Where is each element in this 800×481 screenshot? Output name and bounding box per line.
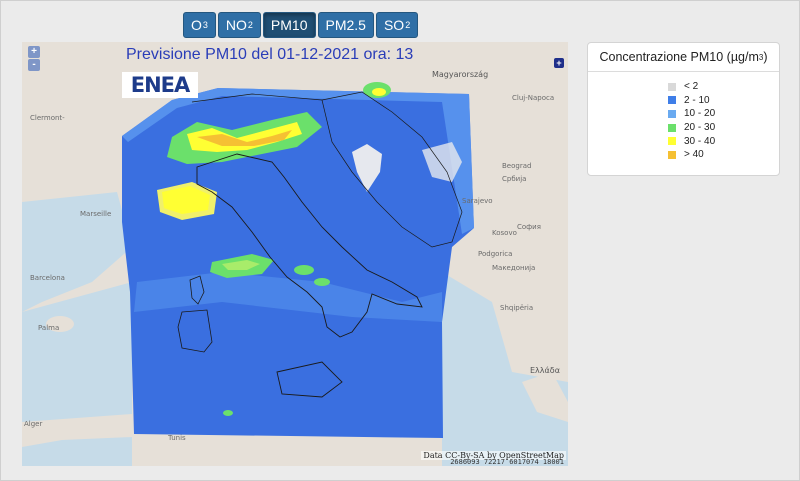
legend-swatch [668,96,676,105]
legend-title-text: Concentrazione PM10 (µg/m [599,50,759,64]
tab-o3[interactable]: O3 [183,12,216,38]
legend-item: 2 - 10 [668,94,779,108]
tab-label: PM10 [270,17,308,33]
place-label: Magyarország [432,70,489,79]
place-label: Sarajevo [462,197,493,205]
place-label: Kosovo [492,229,517,237]
map-title: Previsione PM10 del 01-12-2021 ora: 13 [126,46,414,63]
tab-label: O [191,17,202,33]
tab-pm25[interactable]: PM2.5 [317,12,374,38]
legend-swatch [668,137,676,146]
legend-swatch [668,82,676,91]
layer-switcher-button[interactable]: + [554,58,564,68]
tab-label: SO [383,17,405,33]
legend-label: 20 - 30 [684,122,716,134]
zoom-out-button[interactable]: - [28,59,40,71]
tab-label: NO [225,17,247,33]
place-label: Barcelona [30,274,65,282]
place-label: Podgorica [478,250,513,258]
legend-label: 2 - 10 [684,94,710,106]
legend-label: 10 - 20 [684,108,716,120]
legend-item: 30 - 40 [668,134,779,148]
tab-subscript: 3 [202,20,208,30]
legend-swatch [668,123,676,132]
mouse-coordinates: 2686093 72217 6017074 18001 [450,458,564,466]
place-label: Clermont- [30,114,65,122]
legend-item: 10 - 20 [668,107,779,121]
tab-no2[interactable]: NO 2 [217,12,261,38]
tab-pm10[interactable]: PM10 [262,12,316,38]
place-label: Србија [502,175,527,183]
place-label: Македонија [492,264,536,272]
legend-panel: Concentrazione PM10 (µg/m 3) < 22 - 10 10 … [587,42,780,176]
legend-swatch [668,109,676,118]
enea-logo: ENEA [122,72,198,98]
pollutant-tabs: O 3 NO 2 PM10 PM2.5 SO 2 [183,12,419,38]
legend-title-close: ) [763,50,768,64]
legend-label: > 40 [684,149,704,161]
place-label: София [517,223,541,231]
place-label: Beograd [502,162,532,170]
place-label: Shqipëria [500,304,534,312]
naples-patch [314,278,330,286]
tab-label: PM2.5 [325,17,366,33]
tab-so2[interactable]: SO 2 [375,12,419,38]
tab-subscript: 2 [405,20,411,30]
legend-item: > 40 [668,148,779,162]
map-view[interactable]: + - Previsione PM10 del 01-12-2021 ora: … [22,42,568,466]
legend-label: 30 - 40 [684,135,716,147]
place-label: Marseille [80,210,112,218]
zoom-control: + - [28,46,40,71]
legend-label: < 2 [684,81,699,93]
legend-items: < 22 - 10 10 - 20 20 - 30 30 - 40 > 40 [588,72,779,162]
place-label: Palma [38,324,60,332]
legend-swatch [668,150,676,159]
legend-title: Concentrazione PM10 (µg/m 3) [588,43,779,72]
legend-item: 20 - 30 [668,121,779,135]
rome-patch [294,265,314,275]
place-label: Alger [24,420,43,428]
place-label: Ελλάδα [530,366,560,375]
hungary-core [372,88,386,96]
tab-subscript: 2 [247,20,253,30]
legend-item: < 2 [668,80,779,94]
place-label: Tunis [168,434,186,442]
zoom-in-button[interactable]: + [28,46,40,58]
place-label: Cluj-Napoca [512,94,555,102]
africa-patch [223,410,233,416]
